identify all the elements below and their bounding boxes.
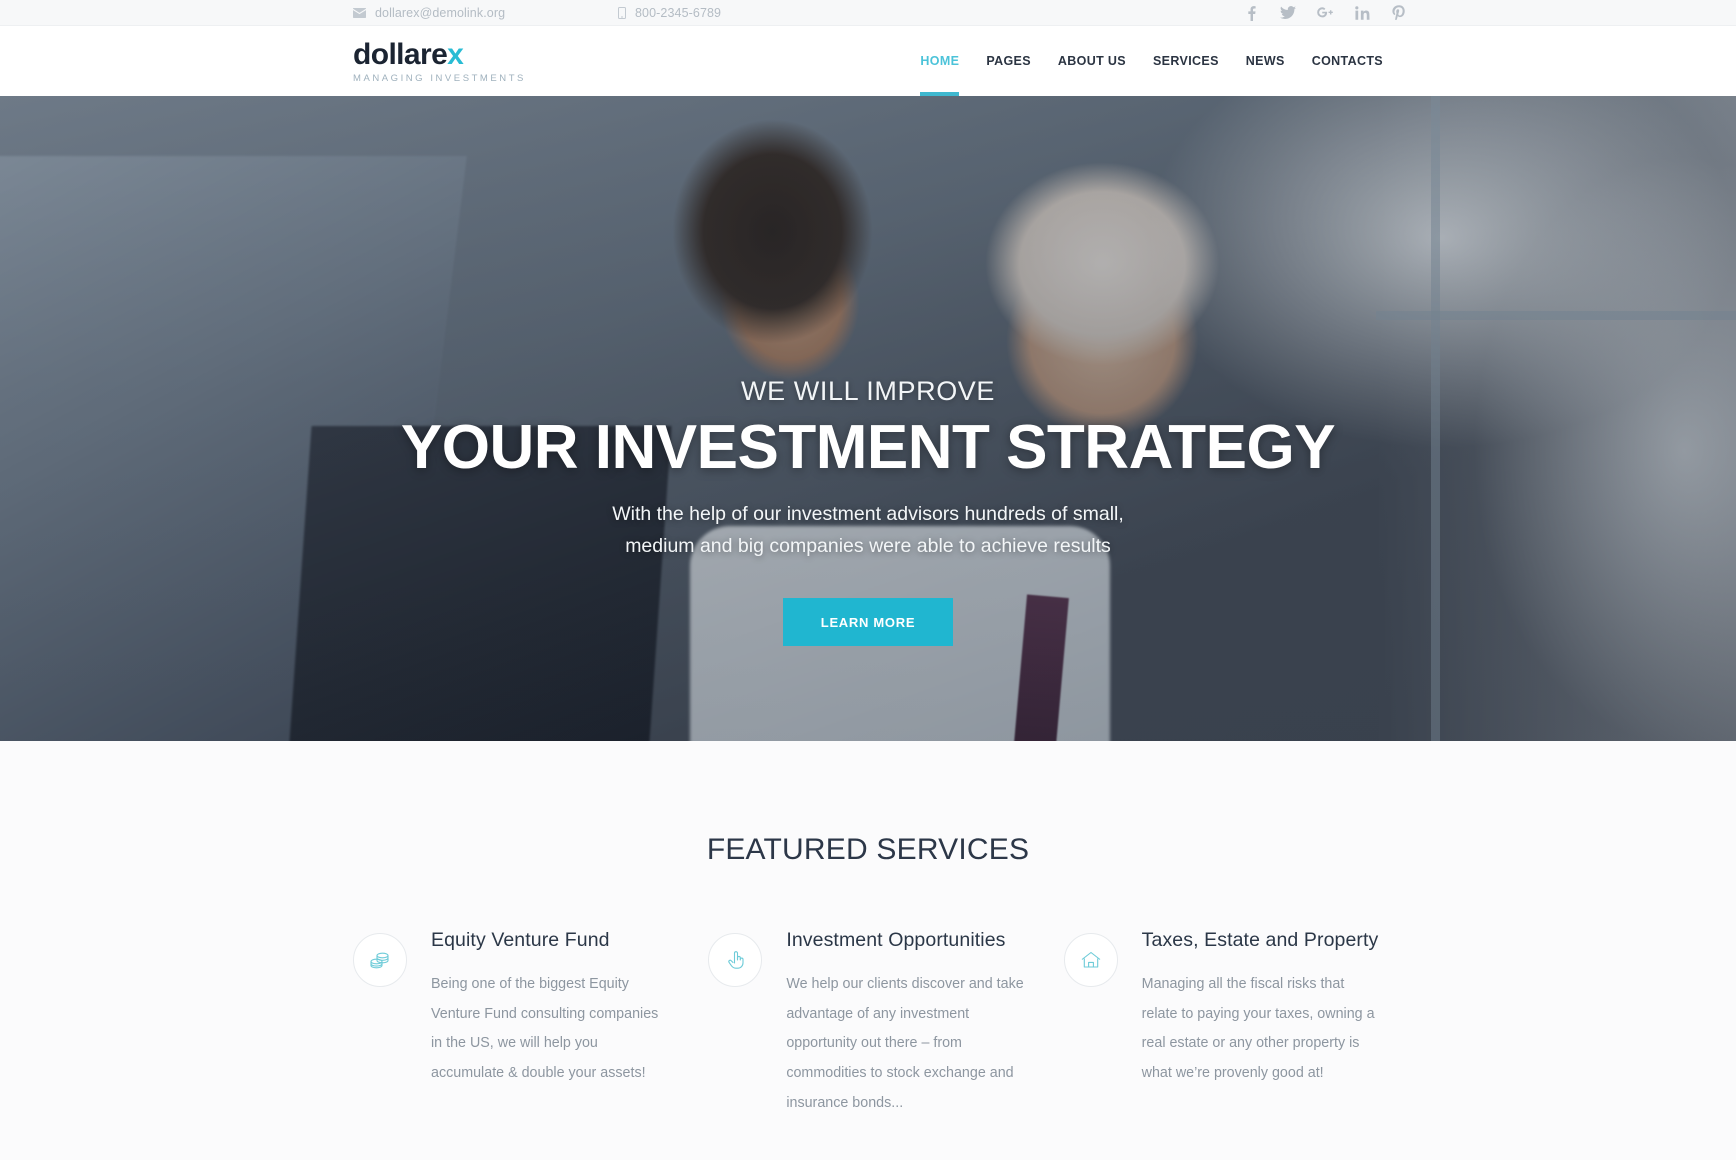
logo-tagline: MANAGING INVESTMENTS (353, 73, 526, 85)
nav-item-home[interactable]: HOME (920, 26, 960, 96)
topbar-email-text: dollarex@demolink.org (375, 5, 506, 20)
service-card[interactable]: Investment Opportunities We help our cli… (708, 929, 1027, 1119)
service-card-body: Taxes, Estate and Property Managing all … (1142, 929, 1383, 1119)
topbar-phone[interactable]: 800-2345-6789 (618, 6, 721, 20)
header-inner: dollarex MANAGING INVESTMENTS HOME PAGES… (323, 26, 1413, 96)
social-links (1243, 5, 1413, 21)
google-plus-icon[interactable] (1317, 5, 1333, 21)
nav-item-news[interactable]: NEWS (1246, 26, 1285, 96)
service-card-title: Investment Opportunities (786, 929, 1006, 951)
service-card-text: Managing all the fiscal risks that relat… (1141, 976, 1375, 1082)
nav-item-services[interactable]: SERVICES (1153, 26, 1219, 96)
logo-main-text: dollare (353, 38, 448, 72)
pinterest-icon[interactable] (1391, 5, 1407, 21)
facebook-icon[interactable] (1243, 5, 1259, 21)
coins-icon (353, 933, 407, 987)
hero-content: WE WILL IMPROVE YOUR INVESTMENT STRATEGY… (0, 96, 1736, 741)
main-navigation: HOME PAGES ABOUT US SERVICES NEWS CONTAC… (920, 26, 1383, 96)
service-card-text: We help our clients discover and take ad… (786, 976, 1024, 1111)
service-card[interactable]: Equity Venture Fund Being one of the big… (353, 929, 672, 1119)
house-icon (1063, 933, 1118, 987)
linkedin-icon[interactable] (1354, 5, 1370, 21)
mobile-phone-icon (618, 6, 626, 19)
service-card[interactable]: Taxes, Estate and Property Managing all … (1063, 929, 1383, 1119)
service-card-text: Being one of the biggest Equity Venture … (431, 976, 659, 1082)
services-grid: Equity Venture Fund Being one of the big… (353, 929, 1383, 1160)
site-header: dollarex MANAGING INVESTMENTS HOME PAGES… (0, 26, 1736, 96)
hero-title: YOUR INVESTMENT STRATEGY (400, 413, 1336, 482)
logo-accent-letter: x (447, 38, 464, 72)
learn-more-button[interactable]: LEARN MORE (783, 598, 953, 647)
nav-item-pages[interactable]: PAGES (986, 26, 1031, 96)
hero-banner: WE WILL IMPROVE YOUR INVESTMENT STRATEGY… (0, 96, 1736, 741)
services-inner: FEATURED SERVICES Equity Venture Fund Be… (323, 833, 1413, 1160)
top-bar-inner: dollarex@demolink.org 800-2345-6789 (323, 0, 1413, 25)
nav-item-about-us[interactable]: ABOUT US (1058, 26, 1126, 96)
page-root: dollarex@demolink.org 800-2345-6789 doll… (0, 0, 1736, 1160)
featured-services-section: FEATURED SERVICES Equity Venture Fund Be… (0, 741, 1736, 1160)
service-card-title: Equity Venture Fund (431, 929, 610, 951)
site-logo[interactable]: dollarex MANAGING INVESTMENTS (353, 38, 526, 84)
hero-kicker: WE WILL IMPROVE (740, 376, 996, 406)
nav-item-contacts[interactable]: CONTACTS (1312, 26, 1383, 96)
hero-subtitle: With the help of our investment advisors… (612, 502, 1124, 557)
service-card-title: Taxes, Estate and Property (1141, 929, 1379, 951)
twitter-icon[interactable] (1280, 5, 1296, 21)
pointing-hand-icon (708, 933, 763, 987)
topbar-email[interactable]: dollarex@demolink.org (353, 6, 618, 20)
envelope-icon (353, 7, 366, 18)
service-card-body: Equity Venture Fund Being one of the big… (431, 929, 672, 1119)
topbar-phone-text: 800-2345-6789 (635, 5, 722, 20)
logo-wordmark: dollarex (353, 40, 526, 70)
service-card-body: Investment Opportunities We help our cli… (786, 929, 1027, 1119)
top-contact-bar: dollarex@demolink.org 800-2345-6789 (0, 0, 1736, 26)
section-title-featured-services: FEATURED SERVICES (706, 833, 1030, 866)
